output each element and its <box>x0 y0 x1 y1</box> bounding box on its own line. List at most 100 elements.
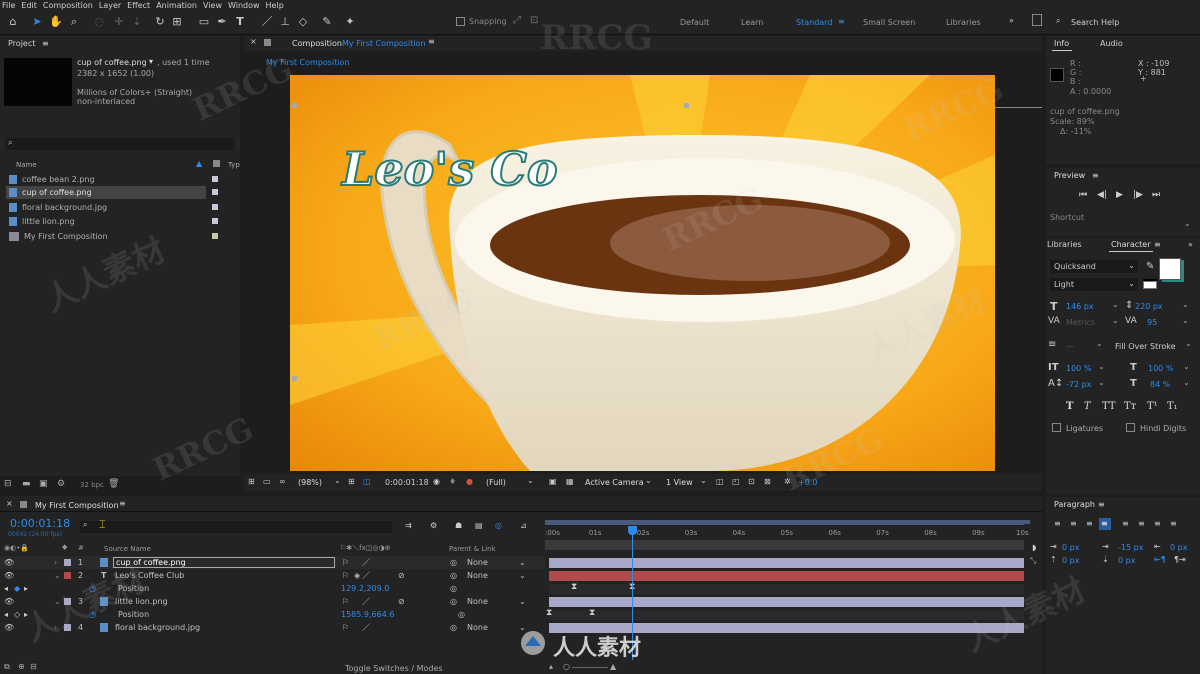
expand-chevron-icon[interactable]: ⌄ <box>54 595 61 608</box>
resolution-select[interactable]: (Full) <box>486 478 506 487</box>
visibility-eye-icon[interactable]: 👁 <box>4 595 14 608</box>
space-before-value[interactable]: 0 px <box>1062 556 1079 565</box>
justify-last-center-icon[interactable]: ≡ <box>1122 519 1129 528</box>
keyframe-icon[interactable]: ⧗ <box>589 608 595 618</box>
chevron-down-icon[interactable]: ⌄ <box>1184 219 1191 228</box>
menu-composition[interactable]: Composition <box>43 0 93 11</box>
always-preview-icon[interactable]: ⊞ <box>248 477 255 486</box>
workspace-standard[interactable]: Standard <box>796 18 832 27</box>
subscript-icon[interactable]: T₁ <box>1167 401 1178 412</box>
pen-tool-icon[interactable]: ✒ <box>215 15 229 29</box>
layer-name[interactable]: cup of coffee.png <box>113 557 335 568</box>
dolly-tool-icon[interactable]: ⇣ <box>130 15 144 29</box>
chevron-down-icon[interactable]: ⌄ <box>700 476 707 485</box>
shy-layers-icon[interactable]: ☗ <box>455 521 462 530</box>
leading-value[interactable]: 220 px <box>1135 302 1163 311</box>
collapse-switch-icon[interactable]: ⚐ <box>342 569 349 582</box>
flowchart-icon[interactable]: ⊠ <box>764 477 771 486</box>
layer-bar-2[interactable] <box>549 571 1024 581</box>
menu-window[interactable]: Window <box>228 0 260 11</box>
eraser-tool-icon[interactable]: ◇ <box>296 15 310 29</box>
chevron-down-icon[interactable]: ⌄ <box>1185 339 1192 348</box>
zoom-slider-track[interactable] <box>572 667 608 668</box>
close-icon[interactable]: × <box>6 499 13 508</box>
project-menu-icon[interactable]: ≡ <box>42 37 49 51</box>
interpret-footage-icon[interactable]: ⊟ <box>4 479 12 489</box>
work-area-bar[interactable] <box>545 520 1030 525</box>
preview-menu-icon[interactable]: ≡ <box>1092 169 1099 183</box>
visibility-eye-icon[interactable]: 👁 <box>4 556 14 569</box>
puppet-pin-tool-icon[interactable]: ✦ <box>343 15 357 29</box>
collapse-switch-icon[interactable]: ⚐ <box>342 595 349 608</box>
fill-none-swatch[interactable] <box>1143 281 1157 289</box>
pick-whip-icon[interactable]: ◎ <box>450 582 457 595</box>
timeline-tab[interactable]: My First Composition <box>35 501 119 510</box>
layer-bar-1[interactable] <box>549 558 1024 568</box>
kerning-value[interactable]: Metrics <box>1066 318 1095 327</box>
next-keyframe-icon[interactable]: ▸ <box>24 582 28 595</box>
in-out-icon[interactable]: ⊟ <box>30 662 37 671</box>
parent-select[interactable]: None <box>467 569 488 582</box>
font-size-value[interactable]: 146 px <box>1066 302 1094 311</box>
chevron-down-icon[interactable]: ⌄ <box>1182 316 1189 325</box>
parent-select[interactable]: None <box>467 595 488 608</box>
motion-blur-icon[interactable]: ◎ <box>495 521 502 530</box>
comp-marker-icon[interactable]: ◗ <box>1032 543 1036 552</box>
vertical-scale-value[interactable]: 100 % <box>1066 364 1091 373</box>
link-icon[interactable]: ⊘ <box>398 569 405 582</box>
label-swatch[interactable] <box>212 204 218 210</box>
menu-view[interactable]: View <box>203 0 222 11</box>
close-icon[interactable]: × <box>250 37 257 46</box>
transfer-controls-icon[interactable]: ⊕ <box>18 662 25 671</box>
layer-number-header[interactable]: # <box>78 544 84 552</box>
keyframe-icon[interactable]: ⧗ <box>546 608 552 618</box>
camera-select[interactable]: Active Camera <box>585 478 644 487</box>
timeline-current-time[interactable]: 0:00:01:18 <box>10 517 70 530</box>
composition-canvas[interactable]: Leo's Co <box>290 75 995 471</box>
label-swatch[interactable] <box>212 233 218 239</box>
add-keyframe-icon[interactable]: ◇ <box>14 608 20 621</box>
clone-stamp-tool-icon[interactable]: ⊥ <box>278 15 292 29</box>
layer-label-color[interactable] <box>64 598 71 605</box>
project-search-input[interactable]: ⌕ <box>6 138 234 150</box>
zoom-slider-thumb[interactable]: ○ <box>563 662 570 671</box>
snap-target-icon[interactable]: ⊡ <box>530 15 538 26</box>
link-icon[interactable]: ⊘ <box>398 595 405 608</box>
frame-blending-icon[interactable]: ▤ <box>475 521 483 530</box>
chevron-down-icon[interactable]: ⌄ <box>519 556 526 569</box>
grid-icon[interactable]: ⊞ <box>348 477 355 486</box>
layer-row-3[interactable]: 👁 ⌄ 3 little lion.png ⚐ ／ ⊘ ◎ None ⌄ <box>0 595 545 608</box>
selection-tool-icon[interactable]: ➤ <box>30 15 44 29</box>
chevron-down-icon[interactable]: ⌄ <box>334 476 341 485</box>
character-menu-icon[interactable]: ≡ <box>1154 238 1161 252</box>
type-tool-icon[interactable]: T <box>233 15 247 29</box>
collapse-switch-icon[interactable]: ⚐ <box>342 556 349 569</box>
justify-last-right-icon[interactable]: ≡ <box>1138 519 1145 528</box>
layer-row-2[interactable]: 👁 ⌄ 2 T Leo's Coffee Club ⚐ ◈ ／ ⊘ ◎ None… <box>0 569 545 582</box>
pick-whip-icon[interactable]: ◎ <box>450 621 457 634</box>
layer-name[interactable]: floral background.jpg <box>115 621 200 634</box>
layer-name[interactable]: Leo's Coffee Club <box>115 569 184 582</box>
align-right-icon[interactable]: ≡ <box>1086 519 1093 528</box>
zoom-in-icon[interactable]: ▲ <box>610 662 616 671</box>
bounding-handle[interactable] <box>684 103 689 108</box>
next-frame-icon[interactable]: |▶ <box>1133 190 1143 200</box>
menu-edit[interactable]: Edit <box>21 0 37 11</box>
menu-file[interactable]: File <box>2 0 15 11</box>
chevron-down-icon[interactable]: ⌄ <box>1182 300 1189 309</box>
mask-visibility-icon[interactable]: ◫ <box>363 477 371 486</box>
stopwatch-icon[interactable]: ◷ <box>89 608 96 621</box>
menu-help[interactable]: Help <box>266 0 284 11</box>
bounding-handle[interactable] <box>292 376 297 381</box>
layer-name[interactable]: little lion.png <box>115 595 168 608</box>
indent-right-value[interactable]: 0 px <box>1170 543 1187 552</box>
workspace-learn[interactable]: Learn <box>741 18 763 27</box>
timeline-icon[interactable]: ⊡ <box>748 477 755 486</box>
hindi-digits-checkbox[interactable] <box>1126 423 1135 432</box>
rotation-tool-icon[interactable]: ↻ <box>153 15 167 29</box>
project-settings-icon[interactable]: ⚙ <box>57 479 65 489</box>
workspace-small-screen[interactable]: Small Screen <box>863 18 915 27</box>
prev-keyframe-icon[interactable]: ◂ <box>4 582 8 595</box>
align-left-icon[interactable]: ≡ <box>1054 519 1061 528</box>
column-name-header[interactable]: Name <box>16 161 37 169</box>
